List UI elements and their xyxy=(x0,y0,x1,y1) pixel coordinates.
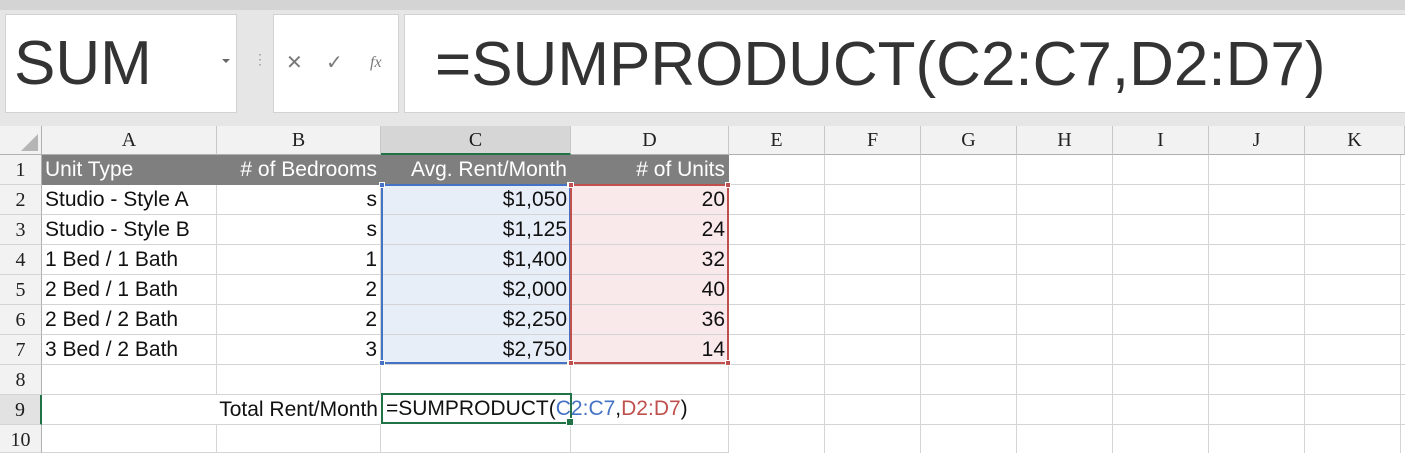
column-header-k[interactable]: K xyxy=(1305,126,1405,155)
edit-prefix: =SUMPRODUCT( xyxy=(386,397,556,420)
row-header-10[interactable]: 10 xyxy=(0,425,42,453)
cell-c4[interactable]: $1,400 xyxy=(381,245,571,275)
total-label[interactable]: Total Rent/Month xyxy=(42,395,381,425)
worksheet-grid: A B C D E F G H I J K 1 2 3 4 5 6 7 8 9 … xyxy=(0,126,1405,453)
column-header-b[interactable]: B xyxy=(217,126,381,155)
column-header-g[interactable]: G xyxy=(921,126,1017,155)
cell-b4[interactable]: 1 xyxy=(217,245,381,275)
formula-bar-area: SUM ⋮ ✕ ✓ fx =SUMPRODUCT(C2:C7,D2:D7) xyxy=(0,0,1405,126)
ref-c2-c7: C2:C7 xyxy=(555,397,616,420)
cell-d7[interactable]: 14 xyxy=(571,335,729,365)
empty-cells[interactable] xyxy=(729,155,1405,453)
ref-d2-d7: D2:D7 xyxy=(621,397,681,420)
column-header-e[interactable]: E xyxy=(729,126,825,155)
row-header-4[interactable]: 4 xyxy=(0,245,42,275)
cell-a10[interactable] xyxy=(42,425,217,453)
name-box-value: SUM xyxy=(14,29,152,98)
formula-input[interactable]: =SUMPRODUCT(C2:C7,D2:D7) xyxy=(404,14,1405,113)
header-cell-units[interactable]: # of Units xyxy=(571,155,729,185)
cell-a5[interactable]: 2 Bed / 1 Bath xyxy=(42,275,217,305)
cell-a8[interactable] xyxy=(42,365,217,395)
column-header-i[interactable]: I xyxy=(1113,126,1209,155)
cell-d8[interactable] xyxy=(571,365,729,395)
row-header-5[interactable]: 5 xyxy=(0,275,42,305)
cell-c6[interactable]: $2,250 xyxy=(381,305,571,335)
enter-icon[interactable]: ✓ xyxy=(326,51,343,75)
cell-b7[interactable]: 3 xyxy=(217,335,381,365)
cell-b6[interactable]: 2 xyxy=(217,305,381,335)
chevron-down-icon[interactable] xyxy=(222,59,230,63)
header-cell-unit-type[interactable]: Unit Type xyxy=(42,155,217,185)
insert-function-icon[interactable]: fx xyxy=(370,51,382,75)
formula-text: =SUMPRODUCT(C2:C7,D2:D7) xyxy=(435,30,1326,99)
row-header-7[interactable]: 7 xyxy=(0,335,42,365)
cell-d5[interactable]: 40 xyxy=(571,275,729,305)
cell-d2[interactable]: 20 xyxy=(571,185,729,215)
cell-b2[interactable]: s xyxy=(217,185,381,215)
cell-edit-text[interactable]: =SUMPRODUCT(C2:C7,D2:D7) xyxy=(386,394,688,423)
cell-a4[interactable]: 1 Bed / 1 Bath xyxy=(42,245,217,275)
cell-c5[interactable]: $2,000 xyxy=(381,275,571,305)
column-header-d[interactable]: D xyxy=(571,126,729,155)
cell-b5[interactable]: 2 xyxy=(217,275,381,305)
formula-buttons: ✕ ✓ fx xyxy=(273,14,399,113)
cell-c3[interactable]: $1,125 xyxy=(381,215,571,245)
name-box[interactable]: SUM xyxy=(5,14,237,113)
cell-c7[interactable]: $2,750 xyxy=(381,335,571,365)
row-header-1[interactable]: 1 xyxy=(0,155,42,185)
edit-suffix: ) xyxy=(680,397,688,420)
cell-d3[interactable]: 24 xyxy=(571,215,729,245)
column-header-h[interactable]: H xyxy=(1017,126,1113,155)
ribbon-edge xyxy=(0,0,1405,10)
row-header-9[interactable]: 9 xyxy=(0,395,42,425)
column-header-f[interactable]: F xyxy=(825,126,921,155)
row-header-3[interactable]: 3 xyxy=(0,215,42,245)
cell-b3[interactable]: s xyxy=(217,215,381,245)
cell-b8[interactable] xyxy=(217,365,381,395)
column-header-a[interactable]: A xyxy=(42,126,217,155)
resize-grip-icon[interactable]: ⋮ xyxy=(253,52,267,66)
row-header-8[interactable]: 8 xyxy=(0,365,42,395)
cell-c8[interactable] xyxy=(381,365,571,395)
cell-d4[interactable]: 32 xyxy=(571,245,729,275)
cell-c10[interactable] xyxy=(381,425,571,453)
select-all-button[interactable] xyxy=(0,126,42,155)
row-header-2[interactable]: 2 xyxy=(0,185,42,215)
header-cell-avg-rent[interactable]: Avg. Rent/Month xyxy=(381,155,571,185)
cancel-icon[interactable]: ✕ xyxy=(286,51,303,75)
cell-a6[interactable]: 2 Bed / 2 Bath xyxy=(42,305,217,335)
cell-b10[interactable] xyxy=(217,425,381,453)
cell-a7[interactable]: 3 Bed / 2 Bath xyxy=(42,335,217,365)
column-header-c[interactable]: C xyxy=(381,126,571,155)
cell-c2[interactable]: $1,050 xyxy=(381,185,571,215)
header-cell-bedrooms[interactable]: # of Bedrooms xyxy=(217,155,381,185)
select-all-icon xyxy=(21,134,38,151)
cell-d6[interactable]: 36 xyxy=(571,305,729,335)
cell-a2[interactable]: Studio - Style A xyxy=(42,185,217,215)
column-header-j[interactable]: J xyxy=(1209,126,1305,155)
cell-d10[interactable] xyxy=(571,425,729,453)
row-header-6[interactable]: 6 xyxy=(0,305,42,335)
cell-a3[interactable]: Studio - Style B xyxy=(42,215,217,245)
